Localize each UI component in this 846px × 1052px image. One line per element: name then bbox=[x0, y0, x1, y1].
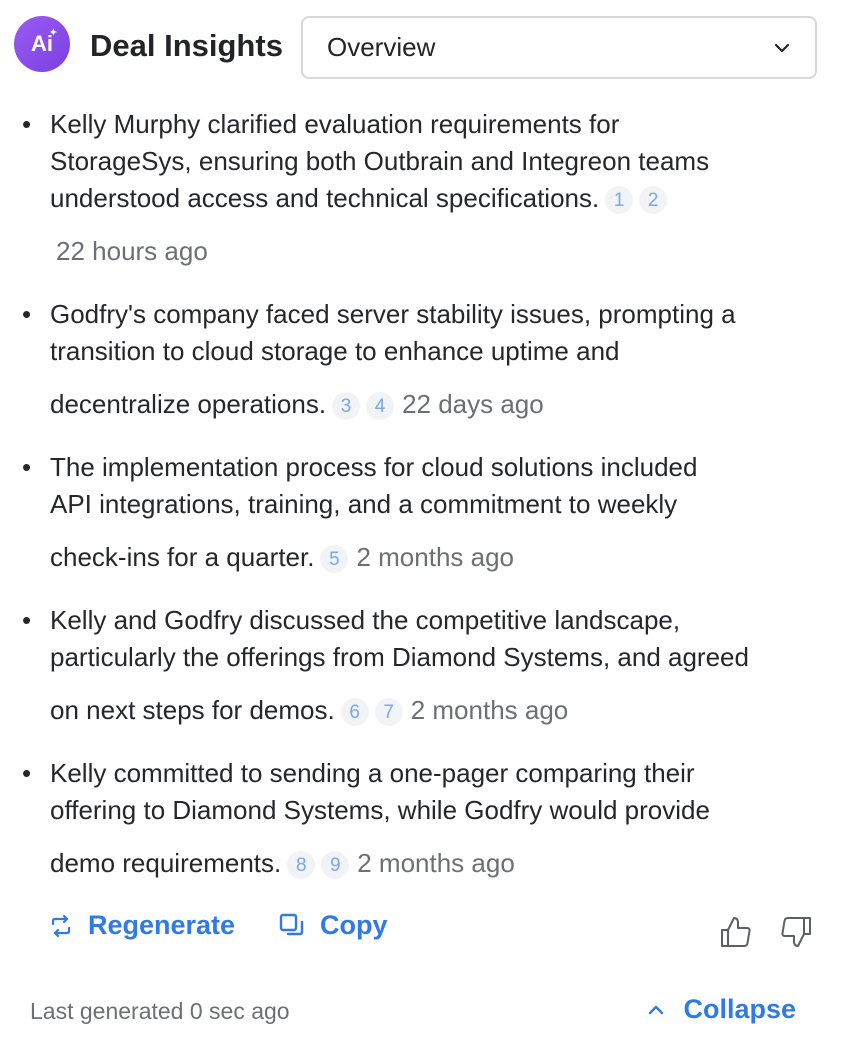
insight-text-line: Kelly committed to sending a one-pager c… bbox=[50, 758, 695, 788]
insight-timestamp: 22 hours ago bbox=[56, 236, 208, 266]
insight-text: demo requirements. bbox=[50, 848, 282, 878]
thumbs-down-icon[interactable] bbox=[778, 914, 814, 950]
citation-badge[interactable]: 2 bbox=[639, 186, 668, 215]
insight-text-line: Kelly Murphy clarified evaluation requir… bbox=[50, 109, 620, 139]
collapse-button[interactable]: Collapse bbox=[647, 994, 796, 1025]
view-select[interactable]: Overview bbox=[301, 16, 817, 79]
insight-text-line: on next steps for demos. 6 7 2 months ago bbox=[50, 692, 834, 729]
insight-timestamp: 22 days ago bbox=[402, 389, 544, 419]
insight-text-line: API integrations, training, and a commit… bbox=[50, 489, 678, 519]
regenerate-button[interactable]: Regenerate bbox=[48, 910, 235, 941]
citation-badge[interactable]: 9 bbox=[321, 851, 350, 880]
insight-text-line: particularly the offerings from Diamond … bbox=[50, 642, 749, 672]
insights-header: Ai ✦ Deal Insights Overview bbox=[14, 16, 817, 80]
view-select-value: Overview bbox=[327, 32, 436, 62]
regenerate-label: Regenerate bbox=[88, 910, 236, 940]
insight-text: check-ins for a quarter. bbox=[50, 542, 315, 572]
insight-text: on next steps for demos. bbox=[50, 695, 335, 725]
last-generated-text: Last generated 0 sec ago bbox=[30, 998, 290, 1024]
bullet: • bbox=[22, 299, 32, 329]
citation-badge[interactable]: 1 bbox=[605, 186, 634, 215]
bullet: • bbox=[22, 605, 32, 635]
chevron-down-icon bbox=[774, 43, 790, 52]
insight-text-line: transition to cloud storage to enhance u… bbox=[50, 336, 620, 366]
bullet: • bbox=[22, 452, 32, 482]
insight-text-line: check-ins for a quarter. 5 2 months ago bbox=[50, 539, 834, 576]
bullet: • bbox=[22, 109, 32, 139]
insights-footer: Last generated 0 sec ago Collapse bbox=[30, 994, 816, 1030]
refresh-icon bbox=[51, 914, 71, 937]
insight-text: decentralize operations. bbox=[50, 389, 327, 419]
chevron-up-icon bbox=[649, 1005, 664, 1014]
citation-badge[interactable]: 4 bbox=[366, 392, 395, 421]
insight-text-line: The implementation process for cloud sol… bbox=[50, 452, 698, 482]
copy-button[interactable]: Copy bbox=[278, 910, 388, 941]
insight-text-line: Kelly and Godfry discussed the competiti… bbox=[50, 605, 681, 635]
citation-badge[interactable]: 7 bbox=[374, 698, 403, 727]
sparkle-icon: ✦ bbox=[48, 27, 58, 39]
insight-text-line: offering to Diamond Systems, while Godfr… bbox=[50, 795, 710, 825]
insight-text-line: Godfry's company faced server stability … bbox=[50, 299, 736, 329]
citation-badge[interactable]: 6 bbox=[340, 698, 369, 727]
insight-timestamp: 2 months ago bbox=[356, 542, 515, 572]
bullet: • bbox=[22, 758, 32, 788]
insight-text: understood access and technical specific… bbox=[50, 183, 600, 213]
insight-timestamp: 2 months ago bbox=[410, 695, 569, 725]
citation-badge[interactable]: 5 bbox=[320, 545, 349, 574]
copy-icon bbox=[279, 913, 304, 935]
ai-badge-icon: Ai ✦ bbox=[14, 16, 70, 72]
citation-badge[interactable]: 8 bbox=[287, 851, 316, 880]
insight-text-line: demo requirements. 8 9 2 months ago bbox=[50, 845, 834, 882]
citation-badge[interactable]: 3 bbox=[332, 392, 361, 421]
insight-text-line: decentralize operations. 3 4 22 days ago bbox=[50, 386, 834, 423]
thumbs-up-icon[interactable] bbox=[718, 914, 754, 950]
copy-label: Copy bbox=[320, 910, 388, 940]
insight-text-line: understood access and technical specific… bbox=[50, 180, 834, 217]
panel-title: Deal Insights bbox=[90, 28, 283, 63]
insights-actions: Regenerate Copy bbox=[48, 910, 816, 954]
insight-timestamp: 2 months ago bbox=[357, 848, 515, 878]
insight-text-line: StorageSys, ensuring both Outbrain and I… bbox=[50, 146, 710, 176]
collapse-label: Collapse bbox=[683, 994, 796, 1024]
